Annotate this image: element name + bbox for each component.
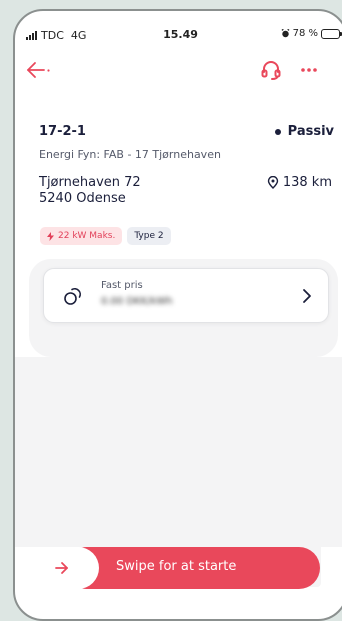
battery-icon bbox=[321, 28, 342, 39]
lightning-icon bbox=[47, 231, 54, 241]
support-button[interactable] bbox=[259, 58, 283, 82]
status-bar: TDC 4G 15.49 78 % bbox=[15, 11, 342, 55]
connector-tags: 22 kW Maks. Type 2 bbox=[40, 227, 171, 245]
status-label: Passiv bbox=[287, 124, 334, 139]
price-value: 0.00 DKK/kWh bbox=[101, 296, 173, 307]
more-button[interactable] bbox=[297, 59, 321, 81]
status-right: 78 % bbox=[281, 28, 342, 39]
power-tag: 22 kW Maks. bbox=[40, 227, 123, 245]
phone-screen: TDC 4G 15.49 78 % 17-2-1 Passiv Energi F… bbox=[13, 9, 342, 621]
power-label: 22 kW Maks. bbox=[58, 231, 116, 241]
station-distance: 138 km bbox=[267, 175, 332, 190]
station-operator: Energi Fyn: FAB - 17 Tjørnehaven bbox=[39, 148, 221, 161]
address-line-1: Tjørnehaven 72 bbox=[39, 175, 141, 190]
battery-percent: 78 % bbox=[292, 28, 318, 39]
price-coins-icon bbox=[64, 288, 81, 305]
status-dot bbox=[274, 128, 281, 135]
swipe-handle[interactable] bbox=[41, 547, 99, 589]
price-section: Fast pris 0.00 DKK/kWh bbox=[29, 259, 338, 357]
price-card[interactable]: Fast pris 0.00 DKK/kWh bbox=[43, 268, 329, 323]
content-background bbox=[15, 357, 342, 547]
arrow-left-icon bbox=[27, 62, 50, 78]
swipe-label: Swipe for at starte bbox=[116, 559, 237, 574]
distance-label: 138 km bbox=[282, 175, 332, 190]
more-dots-icon bbox=[301, 68, 317, 72]
station-address: Tjørnehaven 72 5240 Odense bbox=[39, 175, 141, 207]
back-button[interactable] bbox=[25, 57, 57, 83]
price-label: Fast pris bbox=[101, 280, 143, 291]
chevron-right-icon bbox=[303, 289, 311, 303]
type-tag: Type 2 bbox=[127, 227, 171, 245]
arrow-right-icon bbox=[55, 562, 68, 574]
headset-icon bbox=[261, 61, 281, 80]
alarm-icon bbox=[281, 29, 290, 38]
address-line-2: 5240 Odense bbox=[39, 191, 126, 206]
station-id: 17-2-1 bbox=[39, 124, 86, 139]
station-status: Passiv bbox=[274, 124, 334, 139]
location-pin-icon bbox=[267, 176, 279, 189]
type-label: Type 2 bbox=[134, 231, 164, 241]
